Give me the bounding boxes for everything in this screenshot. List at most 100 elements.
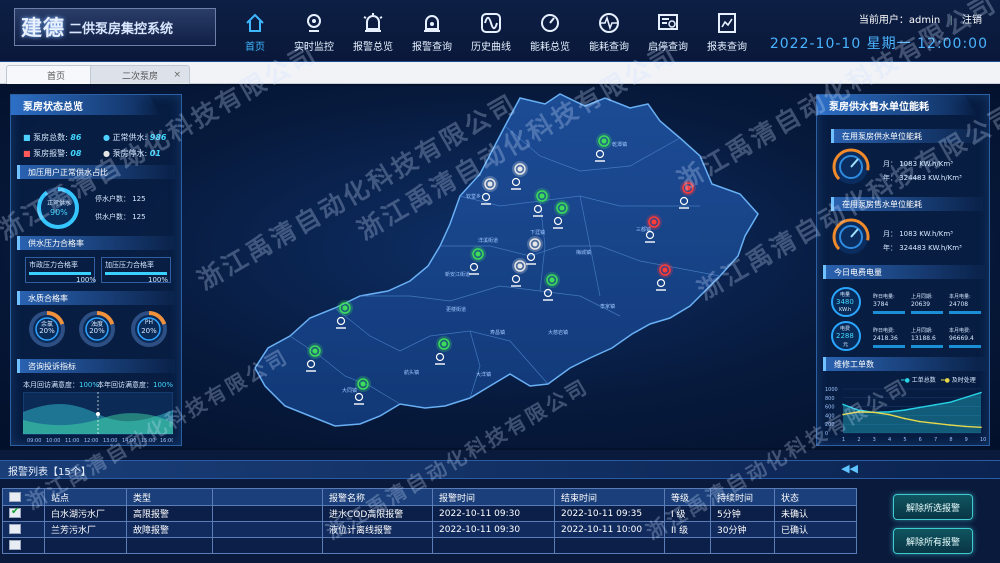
stat-alarm: ■ 泵房报警: 08: [23, 149, 82, 158]
power-cell-value: 3784: [873, 301, 889, 308]
alarm-select-cell: [2, 537, 45, 554]
power-cell-value: 13188.6: [911, 335, 936, 342]
power-cell-label: 上月同期:: [911, 328, 933, 334]
map-region-label: 梅城镇: [576, 249, 591, 256]
chart-tick-label: 10:00: [46, 438, 60, 444]
chart-tick-label: 13:00: [103, 438, 117, 444]
power-cell-bar: [949, 345, 981, 348]
dashboard-main: 乾潭镇 钦堂乡 下涯镇 洋溪街道 新安江街道 梅城镇 三都镇 更楼街道 寿昌镇 航头镇 大同镇 大洋镇…: [0, 0, 1000, 448]
stat-normal: ● 正常供水: 986: [103, 133, 167, 142]
tab-label: 首页: [46, 71, 65, 82]
sale-month: 月： 1083 KW.h/Km³: [883, 230, 953, 238]
map-region-label: 大洋镇: [476, 371, 491, 378]
series-point-1: [842, 413, 844, 416]
series-point-1: [934, 422, 936, 425]
quality-value: 20%: [39, 327, 55, 335]
nav-item-start-stop-query[interactable]: 启停查询: [639, 12, 697, 56]
power-cell-label: 本月电费:: [949, 328, 971, 334]
tab-pump-house[interactable]: 二次泵房 ×: [90, 65, 190, 84]
alarm-cell: [44, 537, 127, 554]
close-icon[interactable]: ×: [173, 70, 181, 80]
nav-item-report-query[interactable]: 报表查询: [698, 12, 756, 56]
right-panel: 泵房供水售水单位能耗 在用泵房供水单位能耗 月： 1083 KW.h/Km³ 年…: [816, 94, 990, 446]
alarm-row-checkbox[interactable]: [9, 540, 21, 551]
ring-value: 90%: [50, 208, 68, 217]
alarm-cell: [554, 537, 665, 554]
pressure-municipal: 市政压力合格率 100%: [25, 257, 96, 284]
alarm-cell: [212, 537, 323, 554]
top-header: 建德 二供泵房集控系统 首页 实时监控 报警总览 报警查询 历史曲线 能耗总览 能耗查询 启停…: [0, 0, 1000, 62]
nav-label: 报警总览: [353, 42, 393, 53]
nav-item-energy-query[interactable]: 能耗查询: [580, 12, 638, 56]
power-cell: 昨日电费: 2418.36: [871, 327, 907, 351]
col-header: 持续时间: [710, 488, 775, 506]
col-header: 站点: [44, 488, 127, 506]
map-region-label: 大同镇: [342, 387, 357, 394]
sale-year: 年： 324483 KW.h/Km³: [883, 244, 962, 252]
repair-title: 维修工单数: [823, 357, 985, 371]
alarm-cell: [432, 537, 555, 554]
nav-item-history-curve[interactable]: 历史曲线: [462, 12, 520, 56]
power-badge: 电量 3480 KW.h: [831, 287, 861, 317]
y-tick-label: 200: [825, 422, 835, 428]
alarm-cell: 兰芳污水厂: [44, 521, 127, 538]
supply-gauge-icon: [832, 148, 870, 186]
alarm-cell: [664, 537, 711, 554]
section-quality: 水质合格率: [17, 291, 175, 305]
series-point-0: [888, 411, 890, 413]
alarm-cell: 2022-10-11 09:35: [554, 505, 665, 522]
alarm-row-checkbox[interactable]: [9, 506, 21, 519]
clear-selected-alarm-button[interactable]: 解除所选报警: [893, 494, 973, 520]
nav-label: 能耗查询: [589, 42, 629, 53]
nav-label: 能耗总览: [530, 42, 570, 53]
datetime-display: 2022-10-10 星期一 12:00:00: [769, 36, 988, 52]
alarm-select-cell: [2, 505, 45, 522]
power-cell-value: 96669.4: [949, 335, 974, 342]
clear-all-alarm-button[interactable]: 解除所有报警: [893, 528, 973, 554]
tab-bar: 首页 × 二次泵房 ×: [0, 62, 1000, 84]
quality-ring: 余氯 20%: [27, 309, 67, 349]
nav-item-home[interactable]: 首页: [226, 12, 284, 56]
gauge-icon: [541, 14, 559, 32]
alarm-row-checkbox[interactable]: [9, 524, 21, 535]
select-all-checkbox[interactable]: [9, 491, 21, 502]
section-supply-ratio: 加压用户正常供水占比: [17, 165, 175, 179]
alarm-row[interactable]: 兰芳污水厂 故障报警 液位计离线报警 2022-10-11 09:30 2022-10-…: [2, 521, 857, 538]
fee-badge: 电费 2288 元: [831, 321, 861, 351]
alarm-cell: 高限报警: [126, 505, 213, 522]
series-point-0: [964, 396, 967, 399]
alarm-row[interactable]: 白水湖污水厂高限报警 进水COD高限报警2022-10-11 09:302022-…: [2, 505, 857, 522]
nav-label: 报警查询: [412, 42, 452, 53]
logo-city: 建德: [21, 16, 65, 40]
alarm-cell: I 级: [664, 505, 711, 522]
chart-tick-label: 15:00: [141, 438, 155, 444]
chart-tick-label: 09:00: [27, 438, 41, 444]
quality-label: PH: [144, 319, 154, 326]
series-point-0: [903, 409, 906, 411]
nav-label: 实时监控: [294, 42, 334, 53]
nav-item-alarm-query[interactable]: 报警查询: [403, 12, 461, 56]
alarm-cell: [212, 521, 323, 538]
x-tick-label: 6: [919, 437, 922, 443]
logo-system-name: 二供泵房集控系统: [69, 21, 174, 37]
chart-tick-label: 16:00: [160, 438, 173, 444]
nav-label: 启停查询: [648, 42, 688, 53]
system-logo: 建德 二供泵房集控系统: [14, 8, 216, 46]
alarm-cell: [710, 537, 775, 554]
x-tick-label: 8: [949, 437, 952, 443]
pressure-bar: [105, 272, 167, 275]
home-icon: [246, 13, 264, 32]
quality-value: 20%: [89, 327, 105, 335]
nav-item-energy-overview[interactable]: 能耗总览: [521, 12, 579, 56]
collapse-icon[interactable]: ◀◀: [841, 462, 858, 475]
logout-link[interactable]: 注销: [962, 15, 982, 26]
map-region-label: 更楼街道: [446, 306, 466, 313]
alarm-cell: II 级: [664, 521, 711, 538]
chart-tick-label: 11:00: [65, 438, 79, 444]
nav-label: 报表查询: [707, 42, 747, 53]
power-cell-bar: [911, 311, 943, 314]
alarm-row[interactable]: [2, 537, 857, 554]
nav-item-alarm-overview[interactable]: 报警总览: [344, 12, 402, 56]
power-cell-label: 本月电量:: [949, 294, 971, 300]
nav-item-realtime-monitor[interactable]: 实时监控: [285, 12, 343, 56]
